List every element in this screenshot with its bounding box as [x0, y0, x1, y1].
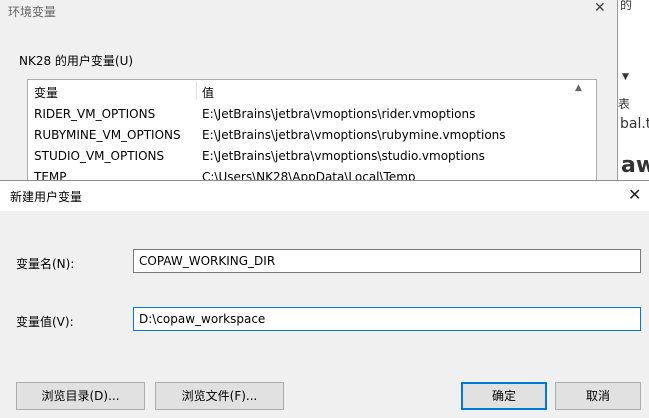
- env-window-title: 环境变量: [8, 5, 57, 19]
- list-header: 变量 值 ▲: [28, 80, 596, 102]
- browse-file-button[interactable]: 浏览文件(F)...: [155, 382, 284, 410]
- dialog-titlebar: 新建用户变量 ✕: [0, 181, 649, 211]
- row-variable-name: STUDIO_VM_OPTIONS: [34, 149, 165, 163]
- variable-value-input[interactable]: D:\copaw_workspace: [133, 307, 641, 331]
- user-variables-group-label: NK28 的用户变量(U): [19, 54, 134, 68]
- variable-value-label: 变量值(V):: [16, 315, 74, 329]
- row-variable-value: E:\JetBrains\jetbra\vmoptions\rider.vmop…: [202, 107, 476, 121]
- row-variable-value: E:\JetBrains\jetbra\vmoptions\rubymine.v…: [202, 128, 506, 142]
- peek-text: bal.tr: [620, 116, 649, 132]
- env-window-titlebar: 环境变量 ✕: [0, 0, 617, 22]
- table-row[interactable]: RUBYMINE_VM_OPTIONS E:\JetBrains\jetbra\…: [28, 125, 596, 146]
- variable-name-input[interactable]: COPAW_WORKING_DIR: [133, 249, 641, 273]
- column-divider[interactable]: [196, 82, 197, 100]
- new-user-variable-dialog: 新建用户变量 ✕ 变量名(N): COPAW_WORKING_DIR 变量值(V…: [0, 180, 649, 418]
- dialog-close-icon[interactable]: ✕: [628, 185, 641, 204]
- table-row[interactable]: STUDIO_VM_OPTIONS E:\JetBrains\jetbra\vm…: [28, 146, 596, 167]
- variable-name-label: 变量名(N):: [16, 257, 75, 271]
- table-row[interactable]: RIDER_VM_OPTIONS E:\JetBrains\jetbra\vmo…: [28, 104, 596, 125]
- browse-directory-button[interactable]: 浏览目录(D)...: [16, 382, 145, 410]
- dialog-title: 新建用户变量: [10, 190, 83, 204]
- ok-button[interactable]: 确定: [461, 382, 547, 410]
- peek-text: 表: [618, 97, 631, 111]
- column-header-value[interactable]: 值: [202, 84, 214, 101]
- cancel-button[interactable]: 取消: [555, 382, 641, 410]
- column-header-variable[interactable]: 变量: [34, 84, 58, 101]
- peek-text: aw: [621, 153, 649, 178]
- row-variable-value: E:\JetBrains\jetbra\vmoptions\studio.vmo…: [202, 149, 485, 163]
- env-window-close-icon[interactable]: ✕: [594, 0, 606, 16]
- row-variable-name: RUBYMINE_VM_OPTIONS: [34, 128, 181, 142]
- scroll-up-arrow-icon[interactable]: ▲: [575, 83, 582, 93]
- row-variable-name: RIDER_VM_OPTIONS: [34, 107, 156, 121]
- peek-text: 的: [620, 0, 633, 12]
- dropdown-arrow-icon: ▼: [622, 72, 629, 82]
